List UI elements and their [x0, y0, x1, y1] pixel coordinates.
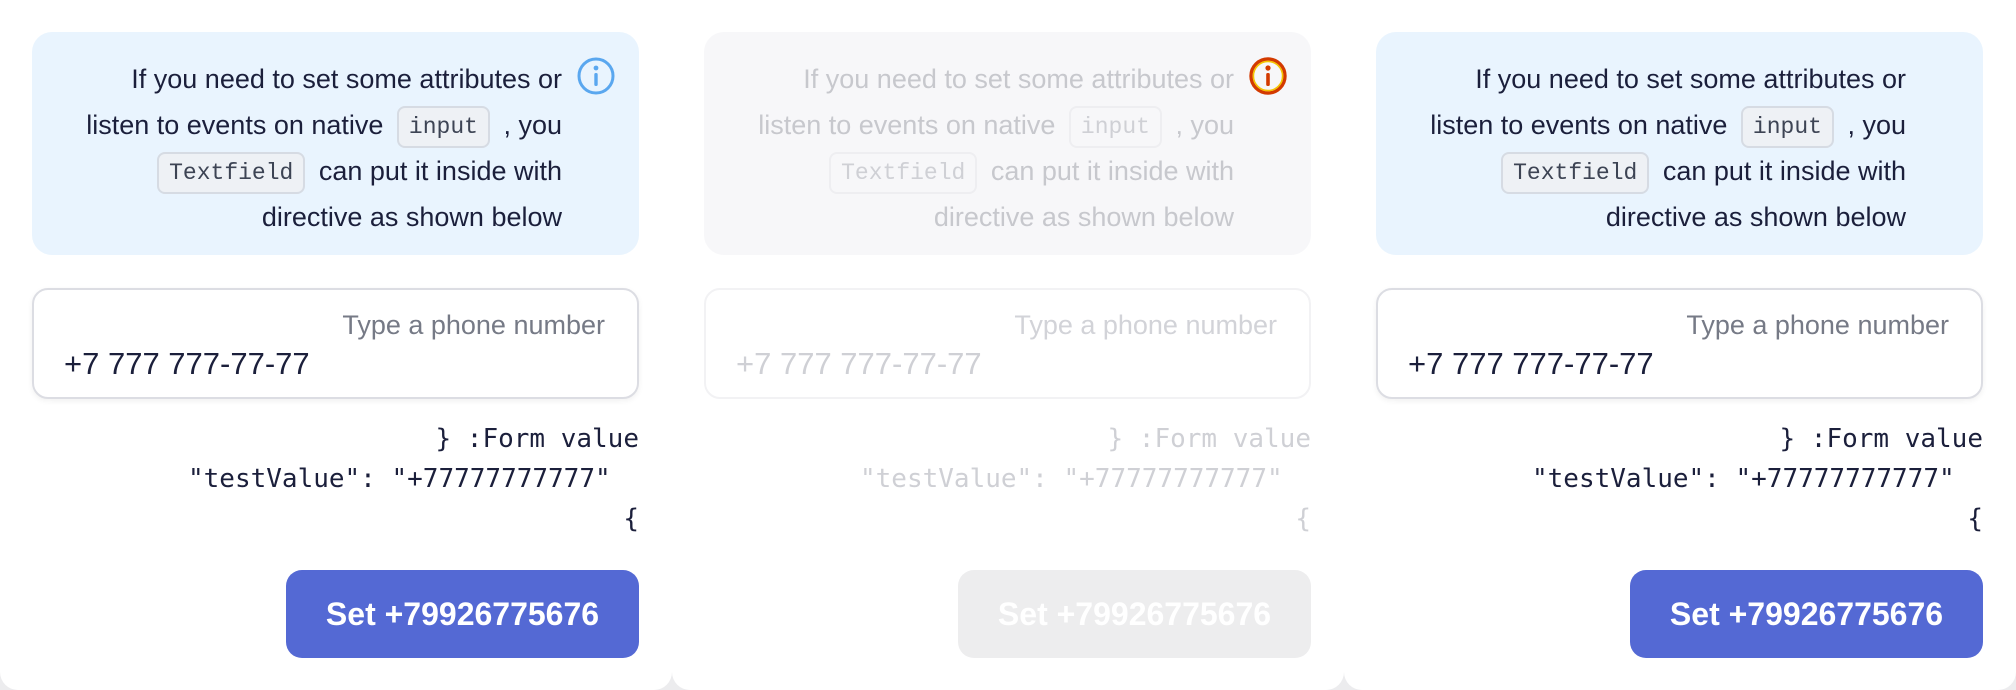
- form-value-line-2: "testValue": "+77777777777": [860, 464, 1283, 494]
- panel-disabled: If you need to set some attributes or li…: [672, 0, 1344, 690]
- notice-text: If you need to set some attributes or li…: [68, 56, 562, 240]
- notice-line-4: directive as shown below: [1605, 202, 1906, 232]
- notice-line-1: If you need to set some attributes or: [131, 64, 562, 94]
- form-value-line-3: {: [1967, 504, 1983, 534]
- phone-input-label: Type a phone number: [342, 310, 605, 340]
- notice-line-3a: can put it inside with: [318, 156, 562, 186]
- notice-line-4: directive as shown below: [261, 202, 562, 232]
- notice-line-2a: listen to events on native: [1430, 110, 1728, 140]
- form-value-line-3: {: [623, 504, 639, 534]
- form-value-line-3: {: [1295, 504, 1311, 534]
- panel-normal-no-icon: If you need to set some attributes or li…: [1344, 0, 2016, 690]
- form-value-line-2: "testValue": "+77777777777": [1532, 464, 1955, 494]
- notice-line-2b: , you: [1847, 110, 1906, 140]
- code-chip-input: input: [1068, 105, 1162, 148]
- set-phone-button[interactable]: Set +79926775676: [958, 570, 1311, 658]
- code-chip-input: input: [396, 105, 490, 148]
- form-value-line-1: } :Form value: [435, 424, 640, 454]
- phone-input-value[interactable]: +7 777 777-77-77: [736, 346, 982, 382]
- phone-input-value[interactable]: +7 777 777-77-77: [1408, 346, 1654, 382]
- form-value-line-1: } :Form value: [1779, 424, 1984, 454]
- phone-input[interactable]: Type a phone number +7 777 777-77-77: [704, 288, 1311, 399]
- notice-line-3a: can put it inside with: [990, 156, 1234, 186]
- phone-input-label: Type a phone number: [1686, 310, 1949, 340]
- info-notice: If you need to set some attributes or li…: [1376, 32, 1983, 255]
- phone-input-label: Type a phone number: [1014, 310, 1277, 340]
- phone-input[interactable]: Type a phone number +7 777 777-77-77: [1376, 288, 1983, 399]
- info-icon: [577, 57, 615, 95]
- notice-line-2b: , you: [1175, 110, 1234, 140]
- notice-line-2a: listen to events on native: [758, 110, 1056, 140]
- phone-input-value[interactable]: +7 777 777-77-77: [64, 346, 310, 382]
- code-chip-textfield: Textfield: [1501, 151, 1650, 194]
- phone-input[interactable]: Type a phone number +7 777 777-77-77: [32, 288, 639, 399]
- notice-text: If you need to set some attributes or li…: [1412, 56, 1906, 240]
- set-phone-button[interactable]: Set +79926775676: [1630, 570, 1983, 658]
- notice-text: If you need to set some attributes or li…: [740, 56, 1234, 240]
- code-chip-input: input: [1740, 105, 1834, 148]
- set-phone-button[interactable]: Set +79926775676: [286, 570, 639, 658]
- notice-line-2a: listen to events on native: [86, 110, 384, 140]
- notice-line-3a: can put it inside with: [1662, 156, 1906, 186]
- notice-line-1: If you need to set some attributes or: [1475, 64, 1906, 94]
- code-chip-textfield: Textfield: [157, 151, 306, 194]
- notice-line-1: If you need to set some attributes or: [803, 64, 1234, 94]
- form-value-line-2: "testValue": "+77777777777": [188, 464, 611, 494]
- panel-normal-with-icon: If you need to set some attributes or li…: [0, 0, 672, 690]
- info-icon: [1249, 57, 1287, 95]
- info-notice: If you need to set some attributes or li…: [704, 32, 1311, 255]
- info-notice: If you need to set some attributes or li…: [32, 32, 639, 255]
- notice-line-2b: , you: [503, 110, 562, 140]
- code-chip-textfield: Textfield: [829, 151, 978, 194]
- notice-line-4: directive as shown below: [933, 202, 1234, 232]
- form-value-line-1: } :Form value: [1107, 424, 1312, 454]
